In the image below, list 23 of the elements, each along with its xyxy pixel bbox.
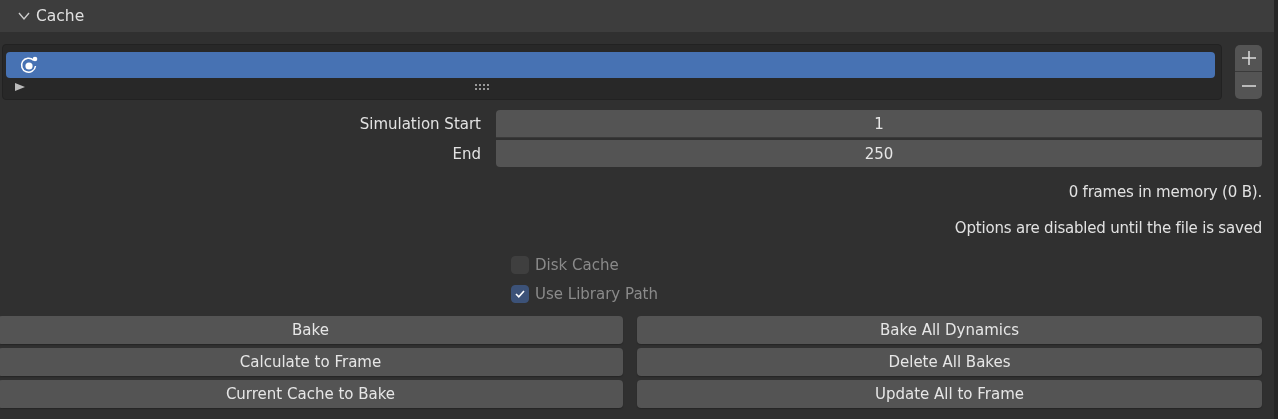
action-button[interactable]: Bake All Dynamics [637, 316, 1262, 344]
field-label: End [451, 144, 482, 163]
checkmark-icon [515, 290, 525, 298]
action-button[interactable]: Current Cache to Bake [0, 380, 623, 408]
field-label: Simulation Start [358, 115, 482, 133]
action-button[interactable]: Calculate to Frame [0, 348, 623, 376]
number-field[interactable]: 250 [496, 140, 1262, 167]
checkbox-label: Disk Cache [535, 256, 619, 274]
add-button[interactable] [1235, 45, 1262, 72]
checkbox-label: Use Library Path [535, 285, 658, 303]
info-text: 0 frames in memory (0 B). [1067, 182, 1262, 203]
action-button[interactable]: Update All to Frame [637, 380, 1262, 408]
number-field[interactable]: 1 [496, 110, 1262, 138]
cache-list[interactable] [2, 44, 1222, 100]
info-text: Options are disabled until the file is saved [953, 218, 1262, 239]
action-button[interactable]: Delete All Bakes [637, 348, 1262, 376]
panel-header[interactable]: Cache [18, 7, 85, 25]
expand-triangle-icon [15, 82, 25, 92]
minus-icon [1240, 84, 1257, 87]
plus-icon [1240, 50, 1257, 66]
cache-icon [18, 54, 40, 76]
action-button[interactable]: Bake [0, 316, 623, 344]
remove-button[interactable] [1235, 72, 1262, 99]
